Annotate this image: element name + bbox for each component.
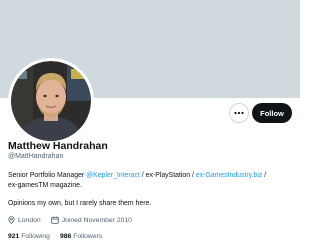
join-date-text: Joined November 2010 — [61, 216, 132, 224]
calendar-icon — [50, 216, 59, 224]
follow-button[interactable]: Follow — [252, 103, 292, 123]
follow-stats: 921 Following 986 Followers — [8, 233, 112, 240]
location: London — [8, 216, 41, 224]
bio-text: Opinions my own, but I rarely share them… — [8, 200, 152, 207]
join-date: Joined November 2010 — [50, 216, 132, 224]
user-handle: @MattHandrahan — [8, 153, 64, 160]
bio-paragraph: Opinions my own, but I rarely share them… — [8, 199, 294, 209]
profile-meta: London Joined November 2010 — [8, 216, 142, 224]
location-pin-icon — [8, 216, 15, 224]
followers-link[interactable]: 986 Followers — [60, 233, 102, 240]
following-count: 921 — [8, 233, 20, 240]
bio-link-kepler[interactable]: @Kepler_Interact — [86, 172, 140, 179]
avatar[interactable] — [11, 61, 91, 141]
more-options-button[interactable] — [229, 103, 249, 123]
avatar-frame[interactable] — [8, 58, 94, 144]
display-name: Matthew Handrahan — [8, 140, 108, 152]
bio-paragraph: Senior Portfolio Manager @Kepler_Interac… — [8, 171, 294, 191]
followers-count: 986 — [59, 233, 72, 240]
following-link[interactable]: 921 Following — [8, 233, 50, 240]
following-label: Following — [21, 233, 50, 240]
bio-text: / — [262, 172, 267, 179]
location-text: London — [18, 216, 41, 224]
bio-text: / ex-PlayStation / — [139, 172, 196, 179]
bio-text: Senior Portfolio Manager — [8, 172, 87, 179]
more-horizontal-icon — [234, 111, 244, 115]
bio-text: ex-gamesTM magazine. — [8, 182, 82, 189]
profile-bio: Senior Portfolio Manager @Kepler_Interac… — [8, 171, 294, 209]
profile-header: Follow Matthew Handrahan @MattHandrahan … — [0, 0, 300, 244]
followers-label: Followers — [73, 233, 103, 240]
bio-link-gamesindustry[interactable]: ex-GamesIndustry.biz — [196, 172, 263, 179]
